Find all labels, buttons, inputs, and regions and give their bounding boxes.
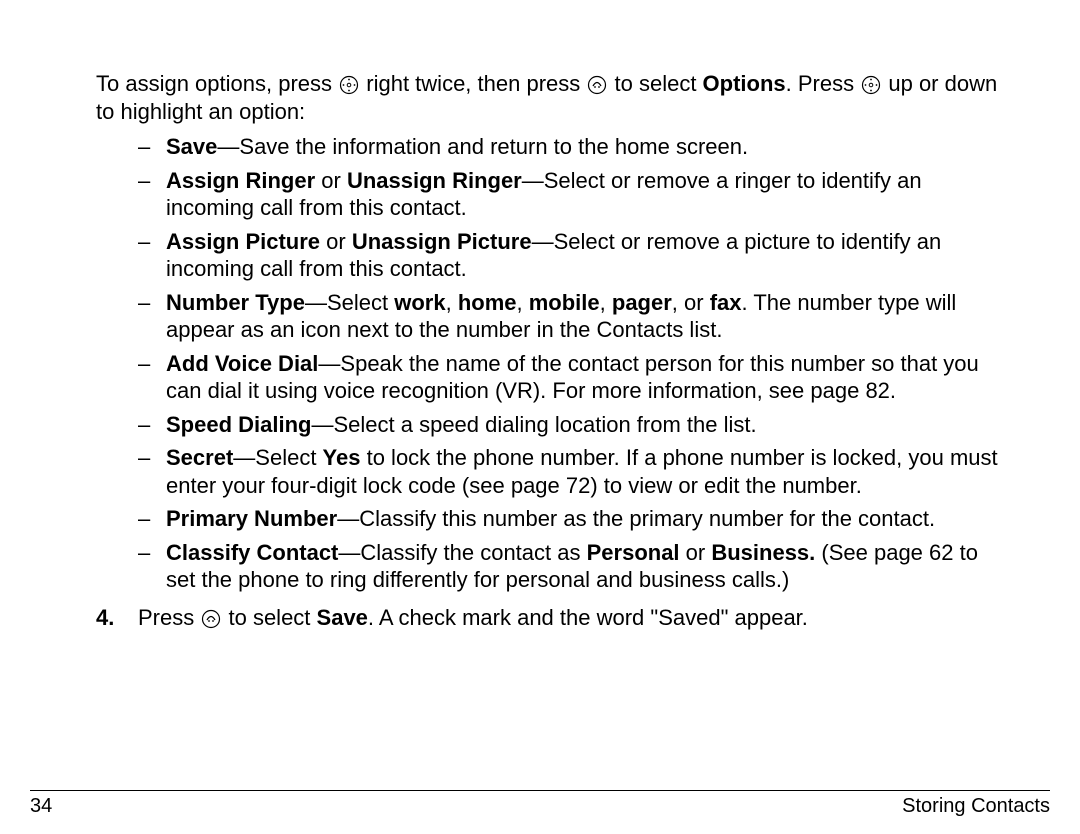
personal-label: Personal: [587, 540, 680, 565]
intro-text: right twice, then press: [366, 71, 586, 96]
option-text: , or: [672, 290, 710, 315]
option-label: Unassign Ringer: [347, 168, 522, 193]
option-text: ,: [517, 290, 529, 315]
option-text: ,: [446, 290, 458, 315]
list-item: Assign Ringer or Unassign Ringer—Select …: [138, 167, 1000, 222]
fax-label: fax: [710, 290, 742, 315]
yes-label: Yes: [323, 445, 361, 470]
option-label: Save: [166, 134, 217, 159]
ok-key-icon: [201, 609, 221, 629]
list-item: Speed Dialing—Select a speed dialing loc…: [138, 411, 1000, 439]
list-item: Save—Save the information and return to …: [138, 133, 1000, 161]
option-text: or: [680, 540, 712, 565]
nav-key-icon: [339, 75, 359, 95]
mobile-label: mobile: [529, 290, 600, 315]
step-text: Press: [138, 605, 200, 630]
step-4: 4. Press to select Save. A check mark an…: [96, 604, 1000, 633]
home-label: home: [458, 290, 517, 315]
option-desc: —Save the information and return to the …: [217, 134, 748, 159]
ok-key-icon: [587, 75, 607, 95]
pager-label: pager: [612, 290, 672, 315]
list-item: Assign Picture or Unassign Picture—Selec…: [138, 228, 1000, 283]
list-item: Add Voice Dial—Speak the name of the con…: [138, 350, 1000, 405]
list-item: Number Type—Select work, home, mobile, p…: [138, 289, 1000, 344]
step-text: to select: [228, 605, 316, 630]
option-label: Secret: [166, 445, 233, 470]
page: To assign options, press right twice, th…: [0, 0, 1080, 834]
option-text: or: [320, 229, 352, 254]
work-label: work: [394, 290, 445, 315]
option-text: ,: [600, 290, 612, 315]
list-item: Secret—Select Yes to lock the phone numb…: [138, 444, 1000, 499]
list-item: Classify Contact—Classify the contact as…: [138, 539, 1000, 594]
page-footer: 34 Storing Contacts: [30, 790, 1050, 818]
step-number: 4.: [96, 604, 138, 633]
options-label: Options: [703, 71, 786, 96]
option-label: Unassign Picture: [352, 229, 532, 254]
option-label: Number Type: [166, 290, 305, 315]
intro-text: . Press: [786, 71, 861, 96]
nav-key-icon: [861, 75, 881, 95]
options-list: Save—Save the information and return to …: [96, 133, 1000, 594]
page-number: 34: [30, 795, 52, 818]
option-text: or: [315, 168, 347, 193]
option-text: —Classify the contact as: [338, 540, 586, 565]
step-body: Press to select Save. A check mark and t…: [138, 604, 1000, 633]
option-label: Classify Contact: [166, 540, 338, 565]
option-label: Assign Ringer: [166, 168, 315, 193]
option-desc: —Select a speed dialing location from th…: [311, 412, 756, 437]
intro-text: to select: [615, 71, 703, 96]
option-label: Speed Dialing: [166, 412, 311, 437]
step-text: . A check mark and the word "Saved" appe…: [368, 605, 808, 630]
intro-text: To assign options, press: [96, 71, 338, 96]
option-text: —Select: [233, 445, 322, 470]
option-desc: —Classify this number as the primary num…: [337, 506, 935, 531]
option-label: Add Voice Dial: [166, 351, 318, 376]
intro-paragraph: To assign options, press right twice, th…: [96, 70, 1000, 125]
section-title: Storing Contacts: [902, 795, 1050, 818]
save-label: Save: [317, 605, 368, 630]
option-text: —Select: [305, 290, 394, 315]
business-label: Business.: [711, 540, 815, 565]
option-label: Assign Picture: [166, 229, 320, 254]
option-label: Primary Number: [166, 506, 337, 531]
list-item: Primary Number—Classify this number as t…: [138, 505, 1000, 533]
